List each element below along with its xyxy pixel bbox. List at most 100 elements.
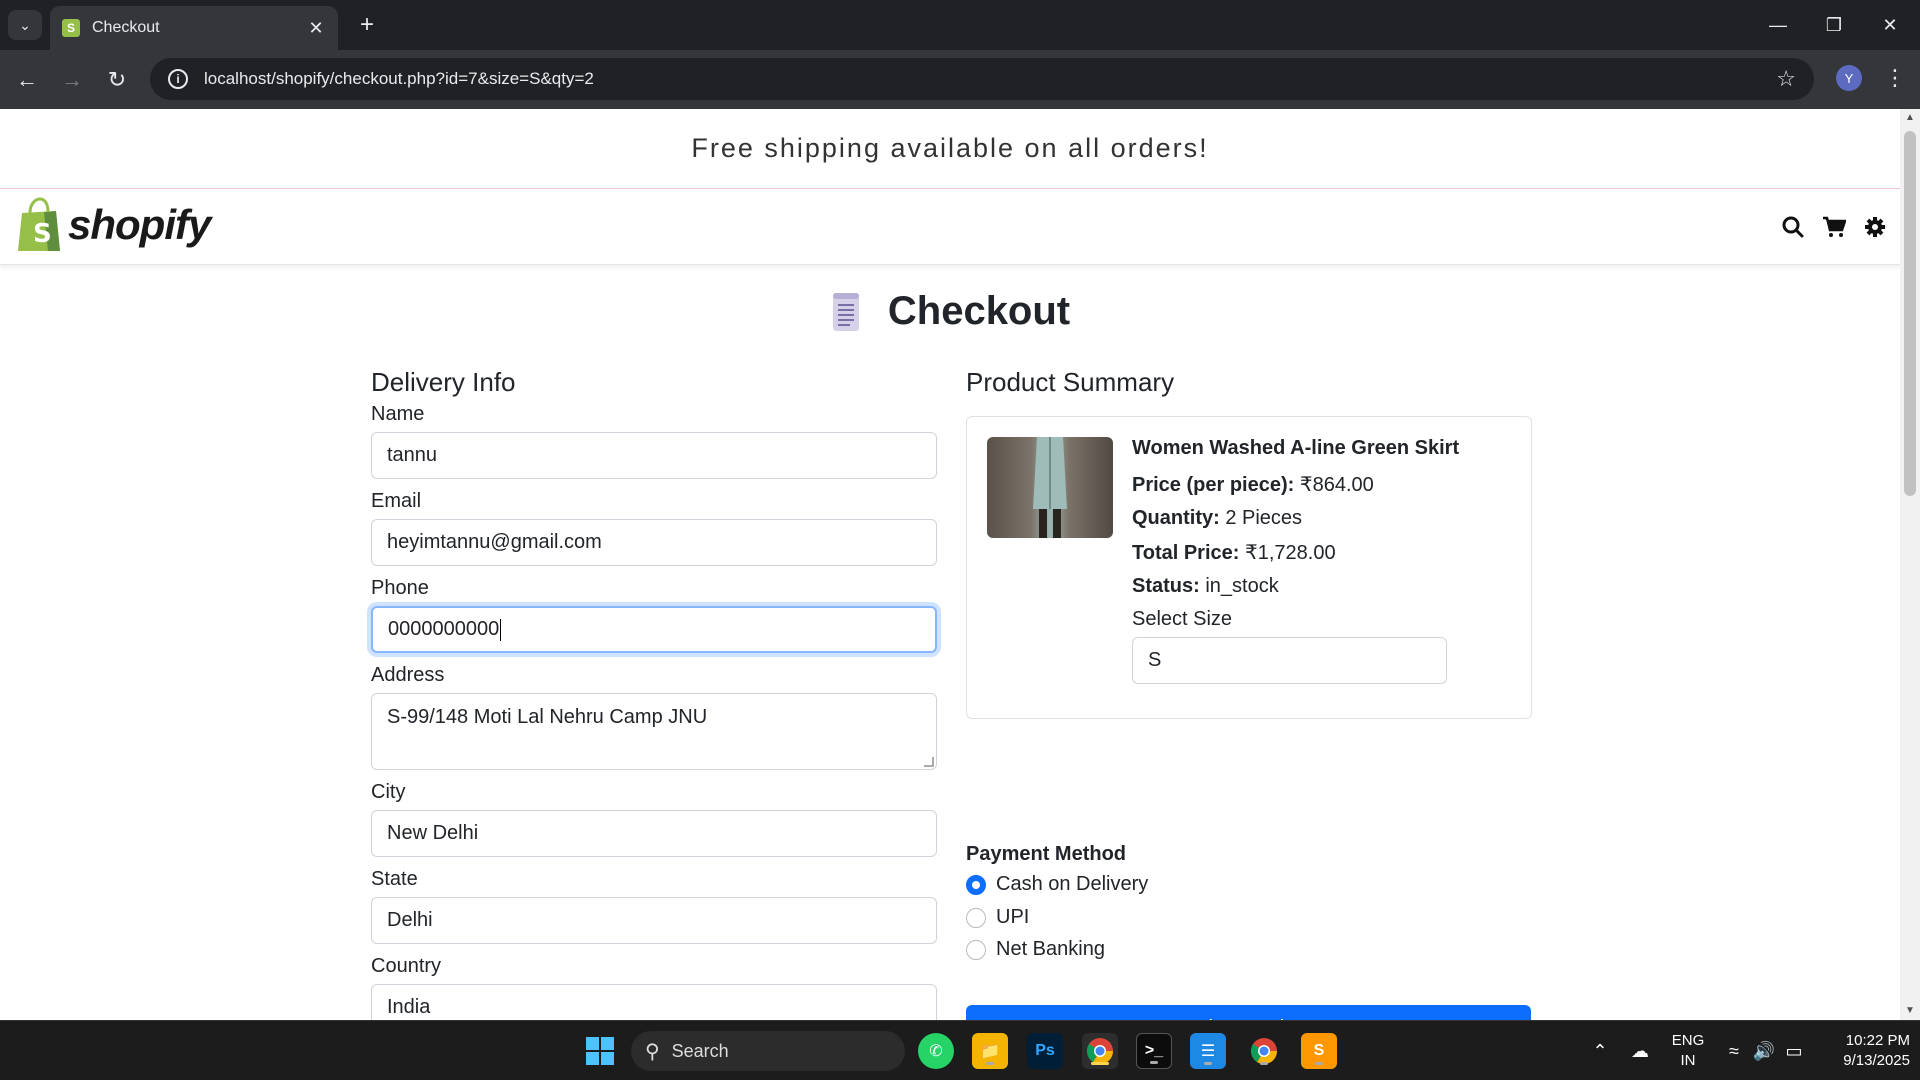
email-label: Email (371, 490, 422, 512)
scroll-down-arrow-icon[interactable]: ▼ (1905, 1006, 1915, 1016)
language-code: ENG (1671, 1032, 1705, 1049)
receipt-icon (832, 292, 859, 331)
payment-option-cod[interactable]: Cash on Delivery (966, 873, 1148, 896)
phone-field[interactable]: 0000000000 (371, 606, 937, 653)
status-row: Status: in_stock (1132, 575, 1512, 598)
forward-button[interactable]: → (55, 63, 89, 97)
windows-taskbar: ⚲ Search ✆ 📁 Ps >_ ☰ S ⌃ ☁ ENG IN ≈ 🔊 ▭ … (0, 1020, 1920, 1080)
chevron-down-icon: ⌄ (19, 16, 31, 33)
product-image (987, 437, 1113, 538)
phone-label: Phone (371, 577, 429, 599)
taskbar-search-box[interactable]: ⚲ Search (631, 1031, 905, 1071)
shopify-bag-icon: S (18, 197, 60, 251)
address-value: S-99/148 Moti Lal Nehru Camp JNU (387, 706, 708, 728)
close-window-button[interactable]: ✕ (1870, 8, 1910, 42)
file-explorer-icon[interactable]: 📁 (972, 1033, 1008, 1069)
product-summary-card: Women Washed A-line Green Skirt Price (p… (966, 416, 1532, 719)
chrome-icon[interactable] (1246, 1033, 1282, 1069)
delivery-info-section: Delivery Info Name tannu Email heyimtann… (371, 367, 937, 1020)
size-select[interactable]: S (1132, 637, 1447, 684)
region-code: IN (1680, 1052, 1696, 1069)
page-scrollbar[interactable]: ▲ ▼ (1900, 109, 1920, 1020)
site-info-icon[interactable]: i (168, 69, 188, 89)
price-row: Price (per piece): ₹864.00 (1132, 472, 1512, 497)
tab-search-button[interactable]: ⌄ (8, 10, 42, 40)
name-field[interactable]: tannu (371, 432, 937, 479)
site-header: S shopify (0, 189, 1900, 265)
reload-button[interactable]: ↻ (100, 63, 134, 97)
gear-icon[interactable] (1859, 211, 1891, 243)
product-name: Women Washed A-line Green Skirt (1132, 437, 1460, 459)
profile-avatar[interactable]: Y (1836, 65, 1862, 91)
status-value: in_stock (1205, 575, 1279, 597)
photoshop-icon[interactable]: Ps (1027, 1033, 1063, 1069)
chrome-profile-icon[interactable] (1082, 1033, 1118, 1069)
wifi-icon[interactable]: ≈ (1722, 1039, 1746, 1063)
url-text: localhost/shopify/checkout.php?id=7&size… (204, 69, 594, 88)
payment-option-netbanking[interactable]: Net Banking (966, 938, 1105, 961)
shopify-logo[interactable]: S shopify (14, 197, 211, 253)
address-field[interactable]: S-99/148 Moti Lal Nehru Camp JNU (371, 693, 937, 770)
sublime-text-icon[interactable]: S (1301, 1033, 1337, 1069)
browser-toolbar: ← → ↻ i localhost/shopify/checkout.php?i… (0, 50, 1920, 109)
language-indicator[interactable]: ENG IN (1668, 1031, 1708, 1071)
city-field[interactable]: New Delhi (371, 810, 937, 857)
logo-wordmark: shopify (68, 201, 211, 248)
city-label: City (371, 781, 406, 803)
page-heading: Checkout (0, 289, 1900, 334)
volume-icon[interactable]: 🔊 (1752, 1039, 1776, 1063)
place-order-button[interactable]: Place Order (966, 1005, 1531, 1020)
country-field[interactable]: India (371, 984, 937, 1020)
battery-icon[interactable]: ▭ (1782, 1039, 1806, 1063)
minimize-button[interactable]: — (1758, 8, 1798, 42)
radio-checked-icon[interactable] (966, 874, 986, 895)
address-label: Address (371, 664, 445, 686)
scroll-up-arrow-icon[interactable]: ▲ (1905, 113, 1915, 123)
browser-tab-bar: ⌄ S Checkout ✕ + — ❐ ✕ (0, 0, 1920, 50)
address-bar[interactable]: i localhost/shopify/checkout.php?id=7&si… (150, 58, 1814, 100)
close-tab-icon[interactable]: ✕ (306, 18, 326, 39)
browser-menu-icon[interactable]: ⋮ (1880, 63, 1910, 93)
radio-unchecked-icon[interactable] (966, 907, 986, 928)
payment-method-heading: Payment Method (966, 843, 1127, 865)
product-details: Women Washed A-line Green Skirt Price (p… (1132, 437, 1512, 684)
search-icon[interactable] (1777, 211, 1809, 243)
scroll-thumb[interactable] (1904, 131, 1916, 496)
back-button[interactable]: ← (10, 63, 44, 97)
restore-button[interactable]: ❐ (1814, 8, 1854, 42)
total-row: Total Price: ₹1,728.00 (1132, 540, 1512, 565)
browser-tab-active[interactable]: S Checkout ✕ (50, 6, 338, 50)
clock-time: 10:22 PM (1845, 1032, 1910, 1049)
whatsapp-icon[interactable]: ✆ (918, 1033, 954, 1069)
notepad-icon[interactable]: ☰ (1190, 1033, 1226, 1069)
search-icon: ⚲ (645, 1040, 660, 1063)
country-label: Country (371, 955, 442, 977)
resize-handle-icon[interactable] (924, 757, 934, 767)
tab-title: Checkout (92, 19, 160, 36)
bookmark-star-icon[interactable]: ☆ (1776, 66, 1796, 92)
state-field[interactable]: Delhi (371, 897, 937, 944)
quantity-value: 2 Pieces (1225, 507, 1303, 529)
clock[interactable]: 10:22 PM 9/13/2025 (1820, 1031, 1910, 1071)
onedrive-icon[interactable]: ☁ (1628, 1039, 1652, 1063)
product-summary-section: Product Summary Women Washed A-line Gree… (966, 367, 1532, 1020)
state-label: State (371, 868, 418, 890)
payment-option-label: UPI (996, 906, 1030, 928)
shopify-favicon-icon: S (62, 19, 80, 37)
taskbar-search-label: Search (671, 1040, 729, 1061)
payment-option-upi[interactable]: UPI (966, 906, 1029, 929)
email-field[interactable]: heyimtannu@gmail.com (371, 519, 937, 566)
name-label: Name (371, 403, 425, 425)
page-title: Checkout (887, 289, 1071, 333)
cart-icon[interactable] (1818, 211, 1850, 243)
payment-option-label: Cash on Delivery (996, 873, 1149, 895)
price-label: Price (per piece): (1132, 474, 1295, 496)
radio-unchecked-icon[interactable] (966, 939, 986, 960)
new-tab-button[interactable]: + (352, 10, 382, 40)
windows-start-icon[interactable] (582, 1033, 618, 1069)
size-label: Select Size (1132, 608, 1233, 630)
total-label: Total Price: (1132, 542, 1240, 564)
quantity-label: Quantity: (1132, 507, 1220, 529)
chevron-up-icon[interactable]: ⌃ (1588, 1039, 1612, 1063)
terminal-icon[interactable]: >_ (1136, 1033, 1172, 1069)
